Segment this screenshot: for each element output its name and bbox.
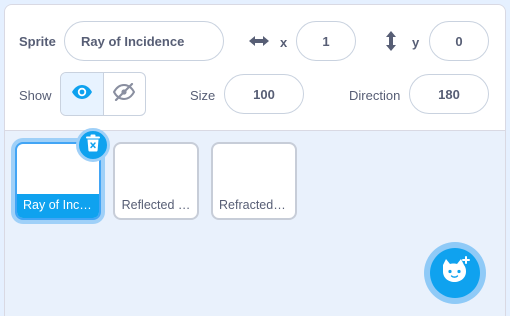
sprite-tile-label: Ray of Inci…: [17, 194, 99, 218]
direction-field[interactable]: 180: [409, 74, 489, 114]
y-label: y: [412, 35, 420, 50]
sprite-label: Sprite: [19, 34, 56, 49]
eye-slash-icon: [113, 82, 136, 106]
vertical-arrows-icon: [383, 29, 399, 53]
choose-sprite-button[interactable]: [424, 242, 486, 304]
show-hidden-button[interactable]: [102, 73, 146, 115]
x-field[interactable]: 1: [296, 21, 356, 61]
delete-sprite-button[interactable]: [76, 128, 110, 162]
sprite-tile-refracted[interactable]: Refracted …: [211, 142, 297, 220]
direction-label: Direction: [349, 88, 401, 103]
sprite-tile-reflected[interactable]: Reflected …: [113, 142, 199, 220]
show-label: Show: [19, 88, 52, 103]
direction-value: 180: [438, 86, 460, 102]
size-field[interactable]: 100: [224, 74, 304, 114]
horizontal-arrows-icon: [247, 33, 271, 49]
y-value: 0: [455, 33, 463, 49]
sprite-tile-label: Reflected …: [121, 198, 191, 212]
sprite-name-value: Ray of Incidence: [81, 33, 185, 49]
size-value: 100: [253, 86, 275, 102]
sprite-tile-label: Refracted …: [219, 198, 290, 212]
sprite-info-panel: Sprite Ray of Incidence x 1 y 0 Show Siz…: [5, 5, 505, 131]
choose-sprite-button-inner: [430, 248, 480, 298]
size-label: Size: [190, 88, 216, 103]
show-visible-button[interactable]: [61, 73, 103, 115]
y-field[interactable]: 0: [429, 21, 489, 61]
cat-plus-icon: [439, 255, 471, 291]
sprite-name-field[interactable]: Ray of Incidence: [64, 21, 224, 61]
eye-icon: [71, 84, 93, 105]
x-label: x: [280, 35, 288, 50]
show-toggle-group: [60, 72, 146, 116]
x-value: 1: [322, 33, 330, 49]
trash-icon: [85, 134, 101, 157]
